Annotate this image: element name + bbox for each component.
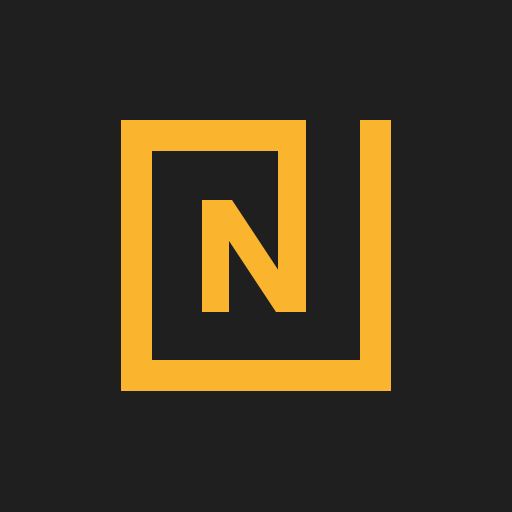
n-logo-icon	[0, 0, 512, 512]
app-icon-canvas	[0, 0, 512, 512]
